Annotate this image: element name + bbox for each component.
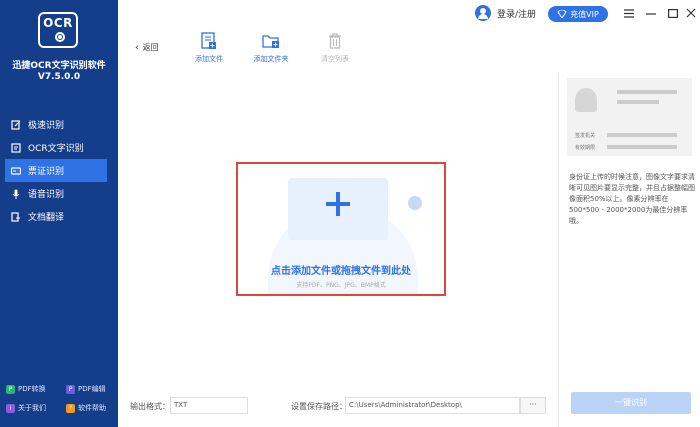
output-settings: 输出格式： TXT 设置保存路径： C:\Users\Administrator… — [118, 397, 558, 415]
sidebar-item-label: 极速识别 — [28, 121, 65, 131]
dropzone-title: 点击添加文件或拖拽文件到此处 — [271, 266, 411, 277]
sidebar-item-label: 票证识别 — [28, 167, 65, 177]
minimize-icon — [646, 12, 656, 15]
back-label: 返回 — [142, 43, 159, 52]
clear-list-label: 清空列表 — [321, 55, 349, 63]
title-bar: 登录/注册 充值VIP — [118, 0, 700, 28]
path-label: 设置保存路径： — [291, 402, 347, 411]
about-label: 关于我们 — [18, 404, 46, 412]
menu-icon — [624, 8, 634, 18]
help-icon: ? — [66, 403, 75, 413]
close-icon — [686, 8, 696, 18]
logo-eye-icon — [55, 32, 65, 42]
id-line — [617, 90, 677, 94]
logo-text: OCR — [43, 16, 73, 30]
format-label: 输出格式： — [130, 402, 170, 411]
sidebar-item-label: OCR文字识别 — [28, 144, 84, 154]
close-button[interactable] — [685, 7, 697, 19]
help-link[interactable]: ? 软件帮助 — [66, 403, 106, 413]
upload-tip: 身份证上传的时候注意，图像文字要求清晰可见图片要显示完整，并且占据整幅图像面积5… — [569, 173, 695, 225]
sidebar: OCR 迅捷OCR文字识别软件 V7.5.0.0 极速识别 OCR文字识别 票证… — [0, 0, 118, 427]
id-card-sample: 签发机关 有效期限 — [567, 78, 692, 156]
id-emblem-icon — [575, 88, 597, 112]
help-label: 软件帮助 — [78, 404, 106, 412]
login-label: 登录/注册 — [497, 9, 537, 20]
translate-icon — [11, 211, 21, 222]
pdf-convert-link[interactable]: P PDF转换 — [6, 384, 46, 394]
trash-icon — [310, 32, 360, 50]
edit-icon — [11, 119, 21, 130]
toolbar: ‹ 返回 添加文件 添加文件夹 清空列表 — [118, 28, 558, 72]
sidebar-item-translate[interactable]: 文档翻译 — [5, 205, 107, 228]
microphone-icon — [11, 189, 21, 199]
id-label-authority: 签发机关 — [575, 133, 596, 139]
sidebar-item-label: 语音识别 — [28, 190, 65, 200]
vip-button[interactable]: 充值VIP — [548, 6, 608, 22]
id-line — [617, 100, 659, 104]
chevron-left-icon: ‹ — [135, 42, 139, 53]
one-click-recognize-button[interactable]: 一键识别 — [571, 392, 691, 414]
user-avatar-icon — [475, 5, 491, 21]
card-icon — [11, 166, 21, 176]
app-name: 迅捷OCR文字识别软件 — [12, 61, 106, 71]
pdf-convert-label: PDF转换 — [18, 385, 46, 393]
pdf-convert-icon: P — [6, 384, 15, 394]
maximize-button[interactable] — [667, 7, 679, 19]
sidebar-item-label: 文档翻译 — [28, 213, 65, 223]
vip-label: 充值VIP — [570, 9, 599, 19]
main-area: 点击添加文件或拖拽文件到此处 支持PDF、PNG、JPG、BMP格式 — [118, 72, 558, 427]
file-dropzone[interactable]: 点击添加文件或拖拽文件到此处 支持PDF、PNG、JPG、BMP格式 — [236, 162, 446, 296]
pdf-edit-label: PDF编辑 — [78, 385, 106, 393]
right-panel: 签发机关 有效期限 身份证上传的时候注意，图像文字要求清晰可见图片要显示完整，并… — [558, 72, 700, 427]
back-button[interactable]: ‹ 返回 — [135, 42, 159, 53]
id-line — [607, 133, 677, 137]
maximize-icon — [668, 8, 678, 18]
app-version: V7.5.0.0 — [37, 72, 81, 82]
menu-button[interactable] — [623, 7, 635, 19]
add-folder-label: 添加文件夹 — [253, 55, 289, 63]
add-file-button[interactable]: 添加文件 — [184, 32, 234, 64]
sidebar-item-voice[interactable]: 语音识别 — [5, 182, 107, 205]
info-icon: i — [6, 403, 15, 413]
sidebar-nav: 极速识别 OCR文字识别 票证识别 语音识别 文档翻译 — [5, 113, 107, 228]
minimize-button[interactable] — [645, 7, 657, 19]
id-label-validity: 有效期限 — [575, 145, 596, 151]
add-file-label: 添加文件 — [195, 55, 223, 63]
pdf-edit-icon: P — [66, 384, 75, 394]
sidebar-item-ticket[interactable]: 票证识别 — [5, 159, 107, 182]
pdf-edit-link[interactable]: P PDF编辑 — [66, 384, 106, 394]
format-select[interactable]: TXT — [170, 397, 248, 414]
document-icon — [11, 142, 21, 153]
add-file-icon — [184, 32, 234, 50]
about-link[interactable]: i 关于我们 — [6, 403, 46, 413]
clear-list-button[interactable]: 清空列表 — [310, 32, 360, 64]
add-folder-icon — [246, 32, 296, 50]
login-button[interactable]: 登录/注册 — [475, 5, 536, 21]
browse-button[interactable]: ··· — [520, 397, 546, 414]
save-path-input[interactable]: C:\Users\Administrator\Desktop\ — [345, 397, 520, 414]
id-line — [607, 145, 677, 149]
sidebar-item-quick[interactable]: 极速识别 — [5, 113, 107, 136]
planet-icon — [408, 196, 422, 210]
app-logo: OCR — [38, 12, 78, 48]
diamond-icon — [557, 10, 567, 18]
sidebar-item-ocr[interactable]: OCR文字识别 — [5, 136, 107, 159]
dropzone-subtitle: 支持PDF、PNG、JPG、BMP格式 — [296, 282, 386, 289]
plus-icon — [326, 192, 350, 216]
add-folder-button[interactable]: 添加文件夹 — [246, 32, 296, 64]
